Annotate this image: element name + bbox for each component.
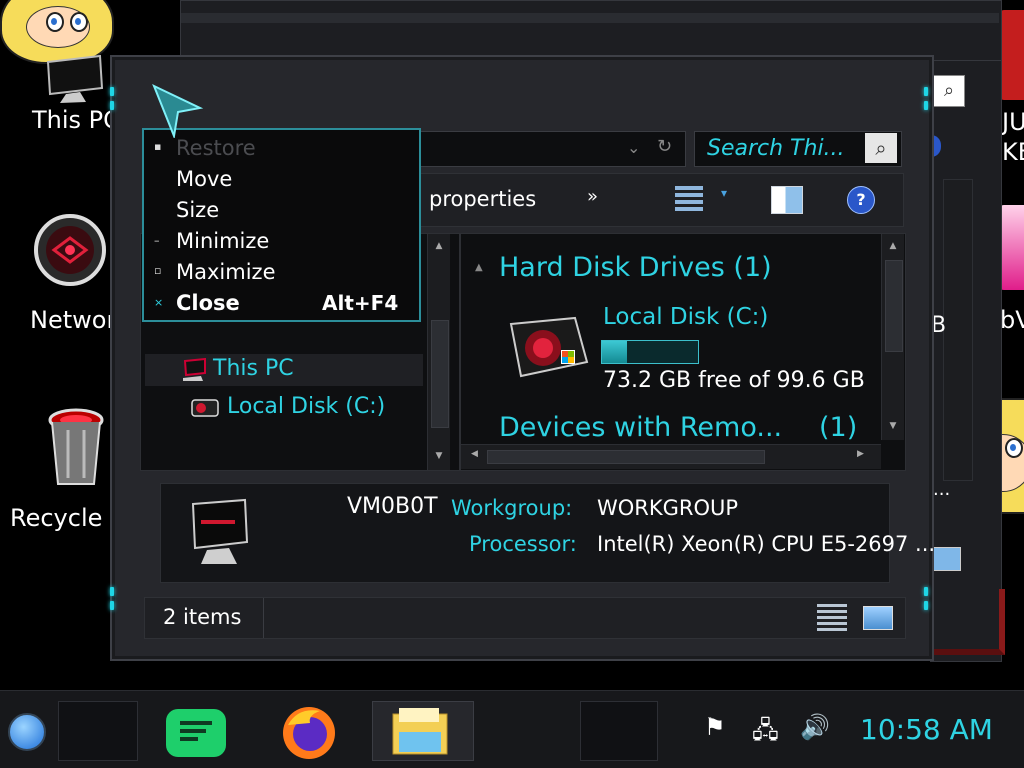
chevron-down-icon[interactable]: ▾ <box>721 186 727 200</box>
status-bar: 2 items <box>144 597 906 639</box>
nav-item-local-disk[interactable]: Local Disk (C:) <box>145 392 423 424</box>
drive-usage-fill <box>602 341 628 363</box>
desktop-icon-network[interactable]: Network <box>0 210 130 340</box>
background-window-right: ⌕ B ... <box>929 60 1005 662</box>
start-button[interactable] <box>8 713 46 751</box>
content-horizontal-scrollbar[interactable]: ◀ ▶ <box>461 444 881 469</box>
network-status-icon[interactable]: 🖧 <box>752 713 779 754</box>
computer-icon <box>191 498 249 564</box>
workgroup-label: Workgroup: <box>451 496 573 520</box>
workgroup-value: WORKGROUP <box>597 496 739 520</box>
action-center-flag-icon[interactable]: ⚑ <box>704 713 726 741</box>
chevron-down-icon[interactable]: ⌄ <box>627 138 640 157</box>
firefox-icon[interactable] <box>280 703 338 761</box>
image-view-icon[interactable] <box>933 547 961 571</box>
details-view-icon[interactable] <box>817 604 847 632</box>
processor-label: Processor: <box>469 532 577 556</box>
desktop-icon-this-pc[interactable]: This PC <box>0 50 120 140</box>
desktop-fragment-text: KE <box>1002 138 1024 166</box>
taskbar-slot[interactable] <box>580 701 658 761</box>
group-header-hard-disk-drives[interactable]: Hard Disk Drives (1) <box>499 252 772 283</box>
maximize-icon: ▫ <box>154 264 162 277</box>
search-icon[interactable]: ⌕ <box>865 133 897 163</box>
volume-icon[interactable]: 🔊 <box>800 713 830 741</box>
taskbar-file-explorer[interactable] <box>372 701 474 761</box>
address-bar[interactable]: ⌄ ↻ <box>412 131 686 167</box>
help-icon[interactable]: ? <box>847 186 875 214</box>
menu-item-close-shortcut: Alt+F4 <box>322 291 399 315</box>
network-icon <box>34 214 106 286</box>
search-icon[interactable]: ⌕ <box>933 75 965 107</box>
navigation-scrollbar[interactable]: ▲ ▼ <box>427 234 450 470</box>
content-scrollbar[interactable]: ▲ ▼ <box>881 234 904 440</box>
feedback-app-icon[interactable] <box>166 709 226 757</box>
taskbar: ⚑ 🖧 🔊 10:58 AM <box>0 690 1024 768</box>
ribbon-more-chevron-icon[interactable]: » <box>587 186 598 207</box>
desktop-icon-label: This PC <box>32 106 120 134</box>
computer-name: VM0B0T <box>347 494 438 519</box>
hard-drive-icon <box>191 399 219 417</box>
computer-icon <box>183 358 206 381</box>
clock[interactable]: 10:58 AM <box>860 713 993 746</box>
minimize-icon: – <box>154 234 160 247</box>
drive-name: Local Disk (C:) <box>603 304 769 330</box>
details-pane: VM0B0T Workgroup: WORKGROUP Processor: I… <box>160 483 935 583</box>
desktop-fragment-text: bV <box>1000 306 1024 334</box>
file-explorer-icon <box>392 708 448 755</box>
menu-item-size[interactable]: Size <box>176 198 219 222</box>
nav-item-this-pc[interactable]: This PC <box>145 354 423 386</box>
mouse-cursor-icon <box>152 84 204 138</box>
processor-value: Intel(R) Xeon(R) CPU E5-2697 ... <box>597 532 936 556</box>
computer-icon <box>46 54 104 103</box>
search-input[interactable]: Search Thi... <box>707 136 845 161</box>
menu-item-move[interactable]: Move <box>176 167 232 191</box>
window-context-menu: ▪ Restore Move Size – Minimize ▫ Maximiz… <box>142 128 421 322</box>
large-icons-view-icon[interactable] <box>863 606 893 630</box>
refresh-icon[interactable]: ↻ <box>657 136 672 157</box>
ribbon-properties-command[interactable]: n properties <box>409 187 536 211</box>
group-header-removable-devices[interactable]: Devices with Remo... <box>499 412 782 443</box>
menu-item-close[interactable]: Close <box>176 291 240 315</box>
preview-pane-icon[interactable] <box>771 186 803 214</box>
background-window <box>180 0 1002 62</box>
desktop-fragment-text: JU <box>1002 108 1024 136</box>
scrollbar[interactable] <box>943 179 973 481</box>
hard-drive-icon <box>509 316 589 378</box>
view-options-icon[interactable] <box>675 186 703 212</box>
desktop-icon-recycle-bin[interactable]: Recycle Bin <box>0 400 148 540</box>
drive-item-local-disk[interactable]: Local Disk (C:) 73.2 GB free of 99.6 GB <box>501 300 881 400</box>
red-ornament <box>929 589 1005 655</box>
drive-free-space: 73.2 GB free of 99.6 GB <box>603 368 865 393</box>
menu-item-minimize[interactable]: Minimize <box>176 229 269 253</box>
group-header-removable-count: (1) <box>819 412 858 443</box>
nav-item-label: This PC <box>213 356 294 381</box>
desktop-fragment-santa <box>1000 10 1024 100</box>
back-window-fragment: ... <box>933 479 951 500</box>
content-pane: ▲ Hard Disk Drives (1) Local Disk (C:) 7… <box>460 233 906 471</box>
recycle-bin-icon <box>48 408 104 485</box>
menu-item-maximize[interactable]: Maximize <box>176 260 275 284</box>
close-icon: × <box>154 296 164 309</box>
item-count: 2 items <box>163 605 242 629</box>
search-box[interactable]: Search Thi... ⌕ <box>694 131 902 167</box>
menu-item-restore[interactable]: Restore <box>176 136 256 160</box>
collapse-group-icon[interactable]: ▲ <box>475 262 483 273</box>
nav-item-label: Local Disk (C:) <box>227 394 386 419</box>
taskbar-slot[interactable] <box>58 701 138 761</box>
drive-usage-bar <box>601 340 699 364</box>
